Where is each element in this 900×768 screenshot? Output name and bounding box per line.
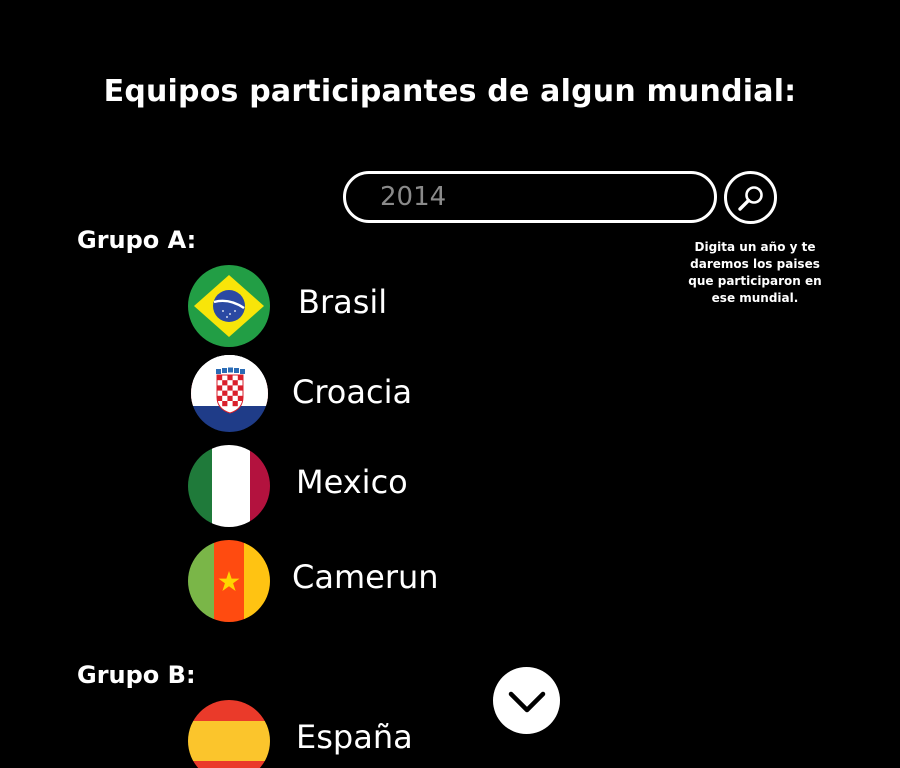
page: Equipos participantes de algun mundial: … xyxy=(0,0,900,768)
cameroon-flag-icon xyxy=(188,540,270,622)
search-button[interactable] xyxy=(724,171,777,224)
team-name-camerun: Camerun xyxy=(292,558,439,596)
search-icon xyxy=(737,185,763,211)
search-helper-text: Digita un año y te daremos los paises qu… xyxy=(688,240,822,305)
team-name-mexico: Mexico xyxy=(296,463,408,501)
year-search-input[interactable] xyxy=(343,171,717,223)
team-name-croacia: Croacia xyxy=(292,373,413,411)
group-title-a: Grupo A: xyxy=(77,226,197,254)
page-title: Equipos participantes de algun mundial: xyxy=(103,74,797,109)
mexico-flag-icon xyxy=(188,445,270,527)
chevron-down-icon xyxy=(508,691,545,712)
spain-flag-icon xyxy=(188,700,270,768)
team-name-espana: España xyxy=(296,718,413,756)
group-title-b: Grupo B: xyxy=(77,661,196,689)
brazil-flag-icon xyxy=(188,265,270,347)
scroll-down-button[interactable] xyxy=(493,667,560,734)
team-name-brasil: Brasil xyxy=(298,283,388,321)
croatia-flag-icon xyxy=(191,355,268,432)
